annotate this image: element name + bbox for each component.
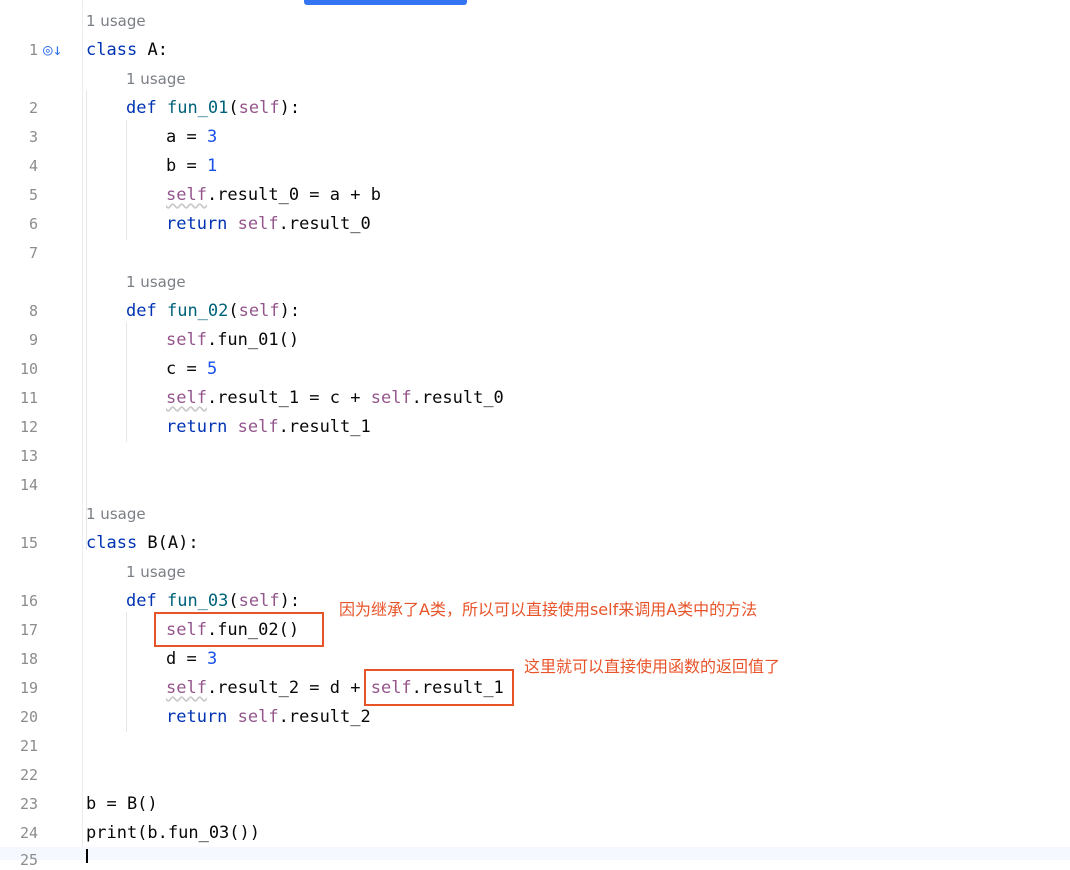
usage-hint[interactable]: 1 usage <box>86 504 146 524</box>
line-number: 9 <box>28 331 38 349</box>
code-line[interactable]: a = 3 <box>166 127 217 147</box>
indent-guide <box>126 612 127 732</box>
usage-hint[interactable]: 1 usage <box>126 562 186 582</box>
code-line[interactable]: return self.result_0 <box>166 214 371 234</box>
code-line[interactable]: def fun_01(self): <box>126 98 300 118</box>
usage-hint[interactable]: 1 usage <box>86 11 146 31</box>
line-number: 10 <box>19 360 38 378</box>
implemented-method-icon[interactable]: ◎↓ <box>43 40 65 60</box>
line-number: 4 <box>28 157 38 175</box>
current-line-highlight <box>0 847 1070 860</box>
line-number: 8 <box>28 302 38 320</box>
code-line[interactable]: return self.result_1 <box>166 417 371 437</box>
usage-hint[interactable]: 1 usage <box>126 69 186 89</box>
line-number: 15 <box>19 534 38 552</box>
code-line[interactable]: class B(A): <box>86 533 199 553</box>
usage-hint[interactable]: 1 usage <box>126 272 186 292</box>
annotation-box-result1 <box>364 669 514 706</box>
line-number: 5 <box>28 186 38 204</box>
code-line[interactable]: def fun_03(self): <box>126 591 300 611</box>
code-line[interactable]: def fun_02(self): <box>126 301 300 321</box>
code-line[interactable]: class A: <box>86 40 168 60</box>
code-line[interactable]: print(b.fun_03()) <box>86 823 260 843</box>
line-number: 7 <box>28 244 38 262</box>
line-number: 18 <box>19 650 38 668</box>
code-line[interactable]: self.result_0 = a + b <box>166 185 381 205</box>
text-caret <box>86 849 88 863</box>
annotation-note-inheritance: 因为继承了A类，所以可以直接使用self来调用A类中的方法 <box>339 600 758 619</box>
code-line[interactable]: b = 1 <box>166 156 217 176</box>
line-number: 25 <box>19 851 38 869</box>
indent-guide <box>126 120 127 240</box>
line-number: 23 <box>19 795 38 813</box>
code-line[interactable]: d = 3 <box>166 649 217 669</box>
indent-guide <box>86 90 87 550</box>
code-line[interactable]: self.fun_01() <box>166 330 299 350</box>
code-line[interactable]: c = 5 <box>166 359 217 379</box>
code-line[interactable]: b = B() <box>86 794 158 814</box>
line-number: 17 <box>19 621 38 639</box>
line-number: 21 <box>19 737 38 755</box>
line-number: 1 <box>28 41 38 59</box>
line-number: 6 <box>28 215 38 233</box>
gutter-divider <box>82 0 83 860</box>
line-number: 16 <box>19 592 38 610</box>
active-tab-indicator <box>304 0 467 5</box>
line-number: 13 <box>19 447 38 465</box>
line-number: 14 <box>19 476 38 494</box>
line-number: 3 <box>28 128 38 146</box>
line-number: 11 <box>19 389 38 407</box>
line-number: 12 <box>19 418 38 436</box>
line-number: 22 <box>19 766 38 784</box>
line-number: 2 <box>28 99 38 117</box>
indent-guide <box>126 322 127 442</box>
line-number: 19 <box>19 679 38 697</box>
code-editor[interactable]: 1 ◎↓ 2 3 4 5 6 7 8 9 10 11 12 13 14 15 1… <box>0 0 1070 869</box>
annotation-box-fun02-call <box>154 612 324 647</box>
line-number: 20 <box>19 708 38 726</box>
annotation-note-return-value: 这里就可以直接使用函数的返回值了 <box>524 657 781 676</box>
code-line[interactable]: return self.result_2 <box>166 707 371 727</box>
code-line[interactable]: self.result_1 = c + self.result_0 <box>166 388 504 408</box>
line-number: 24 <box>19 824 38 842</box>
